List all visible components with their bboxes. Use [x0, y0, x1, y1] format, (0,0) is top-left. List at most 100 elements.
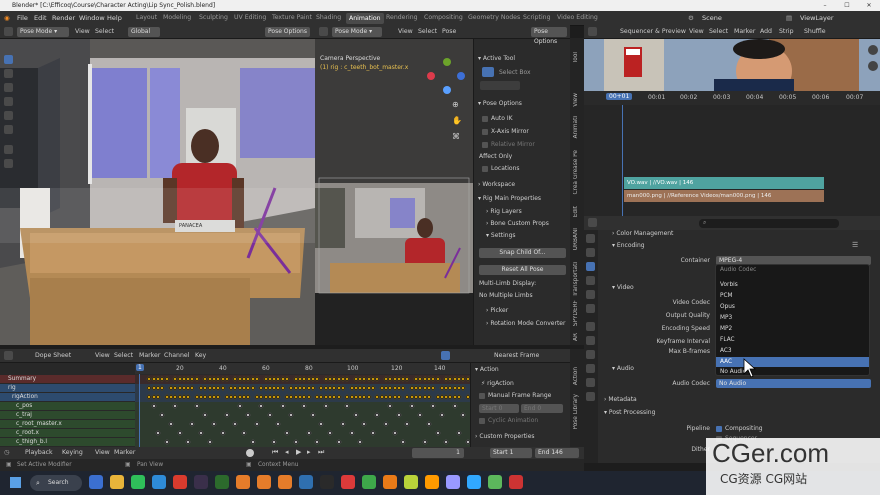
object-props-icon[interactable] — [586, 322, 595, 331]
select-mode-buttons[interactable] — [480, 81, 520, 90]
taskbar-app-photos-icon[interactable] — [299, 475, 313, 489]
close-button[interactable]: ✕ — [858, 0, 880, 11]
taskbar-app-terminal-icon[interactable] — [320, 475, 334, 489]
locations-checkbox[interactable]: Locations — [482, 165, 520, 172]
taskbar-app-premiere-icon[interactable] — [446, 475, 460, 489]
video-header[interactable]: ▾ Video — [612, 284, 634, 291]
properties-search[interactable] — [699, 219, 839, 228]
output-props-icon[interactable] — [586, 262, 595, 271]
taskbar-app-mail-icon[interactable] — [194, 475, 208, 489]
picker-header[interactable]: › Picker — [486, 307, 508, 314]
menu-window[interactable]: Window — [79, 14, 105, 22]
manual-frame-range-checkbox[interactable]: Manual Frame Range — [479, 392, 551, 399]
select-box-icon[interactable] — [482, 67, 494, 77]
jump-start-icon[interactable]: ⏮ — [272, 448, 278, 457]
rig-action-field[interactable]: ⚡ rigAction — [481, 380, 514, 387]
tool-props-icon[interactable] — [586, 234, 595, 243]
seq-playhead[interactable] — [622, 105, 623, 216]
blender-logo-icon[interactable]: ◉ — [4, 14, 10, 22]
channel-c-root[interactable]: c_root.x — [0, 429, 135, 437]
view-layer-selector[interactable]: ViewLayer — [800, 14, 834, 22]
current-frame-field[interactable]: 1 — [412, 448, 464, 458]
move-tool-icon[interactable] — [4, 83, 13, 92]
windows-start-icon[interactable] — [10, 477, 21, 488]
reset-all-pose-button[interactable]: Reset All Pose — [479, 265, 566, 275]
rig-layers-header[interactable]: › Rig Layers — [486, 208, 522, 215]
codec-option-vorbis[interactable]: Vorbis — [716, 280, 869, 290]
ds-frame-ruler[interactable] — [135, 363, 470, 374]
modifier-props-icon[interactable] — [586, 336, 595, 345]
post-processing-header[interactable]: ▾ Post Processing — [604, 409, 655, 416]
tab-video-editing[interactable]: Video Editing — [557, 14, 598, 21]
taskbar-app-green-icon[interactable] — [362, 475, 376, 489]
tab-spyderf[interactable]: SPYDERF — [573, 300, 579, 326]
orientation-dropdown[interactable]: Global — [128, 27, 160, 37]
jump-end-icon[interactable]: ⏭ — [318, 448, 324, 457]
world-props-icon[interactable] — [586, 304, 595, 313]
codec-option-no-audio[interactable]: No Audio — [716, 367, 869, 377]
transform-tool-icon[interactable] — [4, 125, 13, 134]
snap-child-of-button[interactable]: Snap Child Of... — [479, 248, 566, 258]
scale-tool-icon[interactable] — [4, 111, 13, 120]
audio-strip[interactable]: VO.wav | //VO.wav | 146 — [624, 177, 824, 189]
ds-menu-view[interactable]: View — [95, 352, 110, 359]
taskbar-app-taskview-icon[interactable] — [89, 475, 103, 489]
pose-options-header[interactable]: ▾ Pose Options — [478, 100, 522, 107]
playback-menu[interactable]: Playback — [25, 449, 53, 456]
seq-current-time[interactable]: 00+01 — [606, 93, 633, 100]
presets-list-icon[interactable]: ☰ — [852, 241, 858, 249]
preview-pan-icon[interactable] — [868, 61, 878, 71]
properties-editor-icon[interactable] — [588, 218, 597, 227]
minimize-button[interactable]: – — [814, 0, 836, 11]
gizmo-x-icon[interactable] — [427, 72, 435, 80]
metadata-header[interactable]: › Metadata — [604, 396, 637, 403]
tab-texture-paint[interactable]: Texture Paint — [272, 14, 312, 21]
taskbar-app-notes-icon[interactable] — [488, 475, 502, 489]
mode-dropdown[interactable]: Pose Mode ▾ — [17, 27, 69, 37]
ds-current-frame[interactable]: 1 — [136, 364, 144, 371]
channel-c-pos[interactable]: c_pos — [0, 402, 135, 410]
menu-select-2[interactable]: Select — [418, 28, 437, 35]
tab-compositing[interactable]: Compositing — [424, 14, 463, 21]
channel-c-thigh[interactable]: c_thigh_b.l — [0, 438, 135, 446]
ds-menu-marker[interactable]: Marker — [139, 352, 160, 359]
compositing-checkbox[interactable]: Compositing — [716, 425, 763, 432]
taskbar-app-chrome-icon[interactable] — [173, 475, 187, 489]
color-management-header[interactable]: › Color Management — [612, 230, 673, 237]
tab-geometry-nodes[interactable]: Geometry Nodes — [468, 14, 520, 21]
taskbar-app-illustrator-icon[interactable] — [425, 475, 439, 489]
tab-uv-editing[interactable]: UV Editing — [234, 14, 266, 21]
pose-options-dropdown-2[interactable]: Pose Options — [531, 27, 567, 45]
menu-file[interactable]: File — [17, 14, 28, 22]
ds-menu-channel[interactable]: Channel — [164, 352, 189, 359]
action-header[interactable]: ▾ Action — [475, 366, 499, 373]
codec-option-ac3[interactable]: AC3 — [716, 346, 869, 356]
tab-create[interactable]: Crea — [573, 181, 579, 194]
zoom-icon[interactable]: ⊕ — [452, 100, 459, 109]
scene-selector[interactable]: Scene — [702, 14, 722, 22]
channel-c-traj[interactable]: c_traj — [0, 411, 135, 419]
relative-mirror-checkbox[interactable]: Relative Mirror — [482, 141, 535, 148]
seq-menu-select[interactable]: Select — [709, 28, 728, 35]
timeline-editor-icon[interactable]: ◷ — [4, 449, 9, 456]
sequencer-editor-icon[interactable] — [588, 27, 597, 36]
pb-view-menu[interactable]: View — [95, 449, 110, 456]
physics-props-icon[interactable] — [586, 350, 595, 359]
cyclic-animation-checkbox[interactable]: Cyclic Animation — [479, 417, 538, 424]
audio-header[interactable]: ▾ Audio — [612, 365, 634, 372]
rig-main-properties-header[interactable]: ▾ Rig Main Properties — [478, 195, 541, 202]
taskbar-app-edge-icon[interactable] — [152, 475, 166, 489]
codec-option-flac[interactable]: FLAC — [716, 335, 869, 345]
codec-option-mp3[interactable]: MP3 — [716, 313, 869, 323]
start-frame-field[interactable]: Start 0 — [479, 404, 519, 413]
taskbar-app-chrome2-icon[interactable] — [341, 475, 355, 489]
annotate-tool-icon[interactable] — [4, 145, 13, 154]
channel-summary[interactable]: Summary — [0, 375, 135, 383]
dopesheet-mode-dropdown[interactable]: Dope Sheet — [35, 352, 71, 359]
channel-c-root-master[interactable]: c_root_master.x — [0, 420, 135, 428]
tab-ar[interactable]: AR — [573, 333, 579, 341]
maximize-button[interactable]: ☐ — [836, 0, 858, 11]
seq-menu-strip[interactable]: Strip — [779, 28, 794, 35]
only-selected-icon[interactable] — [441, 351, 450, 360]
end-frame-field[interactable]: End 0 — [521, 404, 563, 413]
